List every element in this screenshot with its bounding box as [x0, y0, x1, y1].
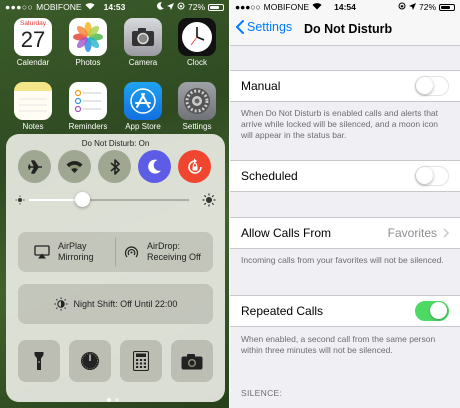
- scheduled-switch[interactable]: [415, 166, 449, 186]
- flashlight-button[interactable]: [18, 340, 60, 382]
- page-dot: [115, 398, 119, 402]
- bluetooth-toggle[interactable]: [98, 150, 131, 183]
- back-label: Settings: [247, 20, 293, 34]
- app-reminders[interactable]: Reminders: [66, 82, 110, 131]
- night-shift-label: Night Shift: Off Until 22:00: [73, 299, 178, 309]
- calendar-date: 27: [20, 27, 46, 52]
- control-center-title: Do Not Disturb: On: [81, 139, 150, 148]
- moon-icon: [148, 159, 161, 174]
- back-button[interactable]: Settings: [236, 20, 292, 34]
- airdrop-icon: [124, 245, 139, 257]
- app-label: Clock: [186, 58, 207, 67]
- manual-label: Manual: [241, 79, 281, 93]
- app-camera[interactable]: Camera: [121, 18, 165, 67]
- airplay-icon: [34, 245, 50, 259]
- photos-icon: [69, 18, 107, 56]
- brightness-slider[interactable]: [15, 192, 216, 208]
- camera-icon: [181, 353, 203, 369]
- airplay-sublabel: Mirroring: [58, 252, 94, 262]
- status-time: 14:54: [334, 2, 356, 12]
- chevron-right-icon: [443, 228, 449, 238]
- allow-calls-row[interactable]: Allow Calls From Favorites: [230, 217, 460, 249]
- repeated-calls-label: Repeated Calls: [241, 304, 324, 318]
- switch-knob: [416, 167, 433, 184]
- allow-calls-footer: Incoming calls from your favorites will …: [241, 255, 444, 265]
- app-label: Camera: [128, 58, 158, 67]
- status-bar: ●●●○○ MOBIFONE 14:53 72%: [0, 0, 229, 14]
- wifi-icon: [66, 160, 83, 173]
- silence-section-header: SILENCE:: [241, 388, 283, 398]
- repeated-calls-switch[interactable]: [415, 301, 449, 321]
- night-shift-button[interactable]: Night Shift: Off Until 22:00: [18, 284, 213, 324]
- app-label: Settings: [182, 122, 212, 131]
- scheduled-row: Scheduled: [230, 160, 460, 192]
- app-label: Notes: [22, 122, 44, 131]
- page-indicator[interactable]: [107, 398, 119, 402]
- page-title: Do Not Disturb: [304, 22, 393, 36]
- notes-icon: [14, 82, 52, 120]
- rotation-lock-toggle[interactable]: [178, 150, 211, 183]
- bluetooth-icon: [109, 158, 120, 175]
- app-label: Reminders: [68, 122, 108, 131]
- battery-icon: [208, 3, 224, 11]
- night-shift-icon: [54, 297, 68, 311]
- wifi-toggle[interactable]: [58, 150, 91, 183]
- scheduled-label: Scheduled: [241, 169, 298, 183]
- airplay-label: AirPlay: [58, 241, 87, 251]
- brightness-thumb[interactable]: [75, 192, 90, 207]
- app-photos[interactable]: Photos: [66, 18, 110, 67]
- calculator-button[interactable]: [120, 340, 162, 382]
- do-not-disturb-toggle[interactable]: [138, 150, 171, 183]
- right-phone-screen: ●●●○○ MOBIFONE 14:54 72% Settings Do Not…: [230, 0, 460, 408]
- page-dot: [107, 398, 111, 402]
- app-store-icon: [124, 82, 162, 120]
- navigation-bar: Settings Do Not Disturb: [230, 14, 460, 46]
- airdrop-sublabel: Receiving Off: [147, 252, 201, 262]
- app-label: Calendar: [16, 58, 50, 67]
- camera-icon: [124, 18, 162, 56]
- control-center: Do Not Disturb: On AirPlay Mirroring Air…: [6, 134, 225, 402]
- timer-icon: [81, 352, 99, 370]
- calendar-day: Saturday: [19, 20, 47, 27]
- settings-icon: [178, 82, 216, 120]
- timer-button[interactable]: [69, 340, 111, 382]
- airplay-airdrop-panel: AirPlay Mirroring AirDrop: Receiving Off: [18, 232, 213, 272]
- status-bar: ●●●○○ MOBIFONE 14:54 72%: [230, 0, 460, 14]
- manual-switch[interactable]: [415, 76, 449, 96]
- switch-knob: [416, 77, 433, 94]
- airplane-icon: [27, 159, 42, 174]
- airdrop-button[interactable]: AirDrop: Receiving Off: [116, 232, 213, 272]
- airplane-mode-toggle[interactable]: [18, 150, 51, 183]
- app-calendar[interactable]: Saturday 27 Calendar: [11, 18, 55, 67]
- flashlight-icon: [34, 352, 44, 370]
- left-phone-screen: ●●●○○ MOBIFONE 14:53 72% Saturday 27 Cal…: [0, 0, 229, 408]
- app-notes[interactable]: Notes: [11, 82, 55, 131]
- airdrop-label: AirDrop:: [147, 241, 181, 251]
- battery-icon: [439, 3, 455, 11]
- app-app-store[interactable]: App Store: [121, 82, 165, 131]
- calendar-icon: Saturday 27: [14, 18, 52, 56]
- status-time: 14:53: [103, 2, 126, 12]
- repeated-calls-footer: When enabled, a second call from the sam…: [241, 334, 436, 355]
- app-label: App Store: [125, 122, 161, 131]
- app-clock[interactable]: Clock: [175, 18, 219, 67]
- clock-icon: [178, 18, 216, 56]
- camera-button[interactable]: [171, 340, 213, 382]
- manual-footer: When Do Not Disturb is enabled calls and…: [241, 108, 439, 140]
- app-settings[interactable]: Settings: [175, 82, 219, 131]
- allow-calls-value: Favorites: [387, 226, 437, 240]
- brightness-high-icon: [202, 193, 216, 207]
- calculator-icon: [133, 351, 149, 371]
- allow-calls-label: Allow Calls From: [241, 226, 332, 240]
- brightness-track: [83, 199, 189, 201]
- brightness-low-icon: [15, 195, 25, 205]
- lock-rotation-icon: [187, 158, 202, 174]
- manual-row: Manual: [230, 70, 460, 102]
- switch-knob: [430, 302, 447, 319]
- chevron-left-icon: [236, 20, 244, 34]
- repeated-calls-row: Repeated Calls: [230, 295, 460, 327]
- airplay-mirroring-button[interactable]: AirPlay Mirroring: [18, 232, 115, 272]
- app-label: Photos: [75, 58, 101, 67]
- reminders-icon: [69, 82, 107, 120]
